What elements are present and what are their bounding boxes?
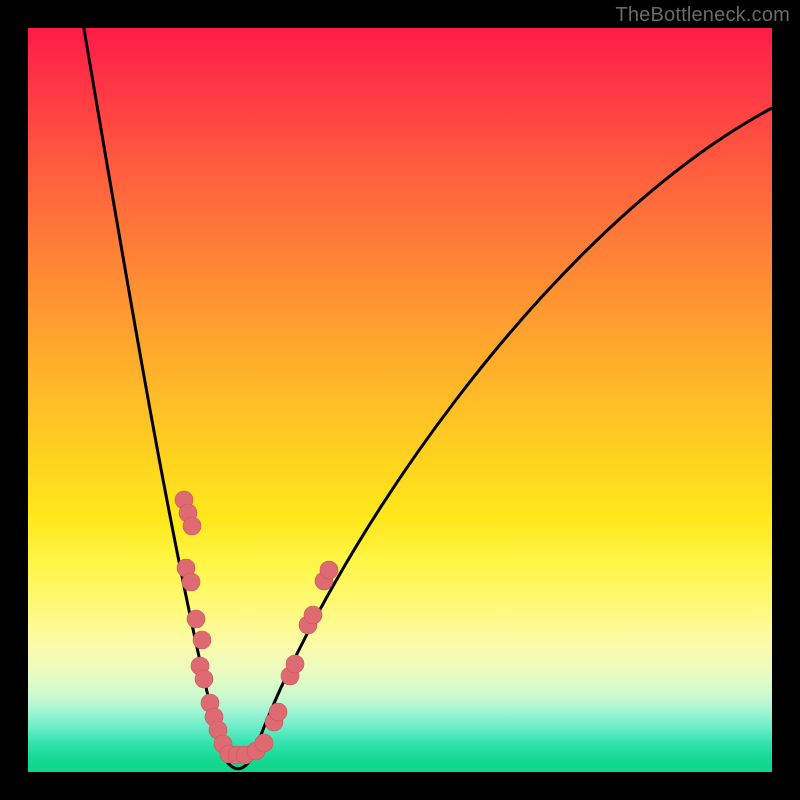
- sample-points-group: [175, 491, 338, 764]
- sample-point: [286, 655, 304, 673]
- sample-point: [269, 703, 287, 721]
- bottleneck-curve-path: [83, 28, 772, 769]
- bottleneck-curve-svg: [28, 28, 772, 772]
- sample-point: [183, 517, 201, 535]
- sample-point: [195, 670, 213, 688]
- plot-area: [28, 28, 772, 772]
- watermark-text: TheBottleneck.com: [615, 4, 790, 27]
- sample-point: [320, 561, 338, 579]
- sample-point: [193, 631, 211, 649]
- chart-frame: TheBottleneck.com: [0, 0, 800, 800]
- sample-point: [187, 610, 205, 628]
- sample-point: [255, 734, 273, 752]
- sample-point: [182, 573, 200, 591]
- sample-point: [304, 606, 322, 624]
